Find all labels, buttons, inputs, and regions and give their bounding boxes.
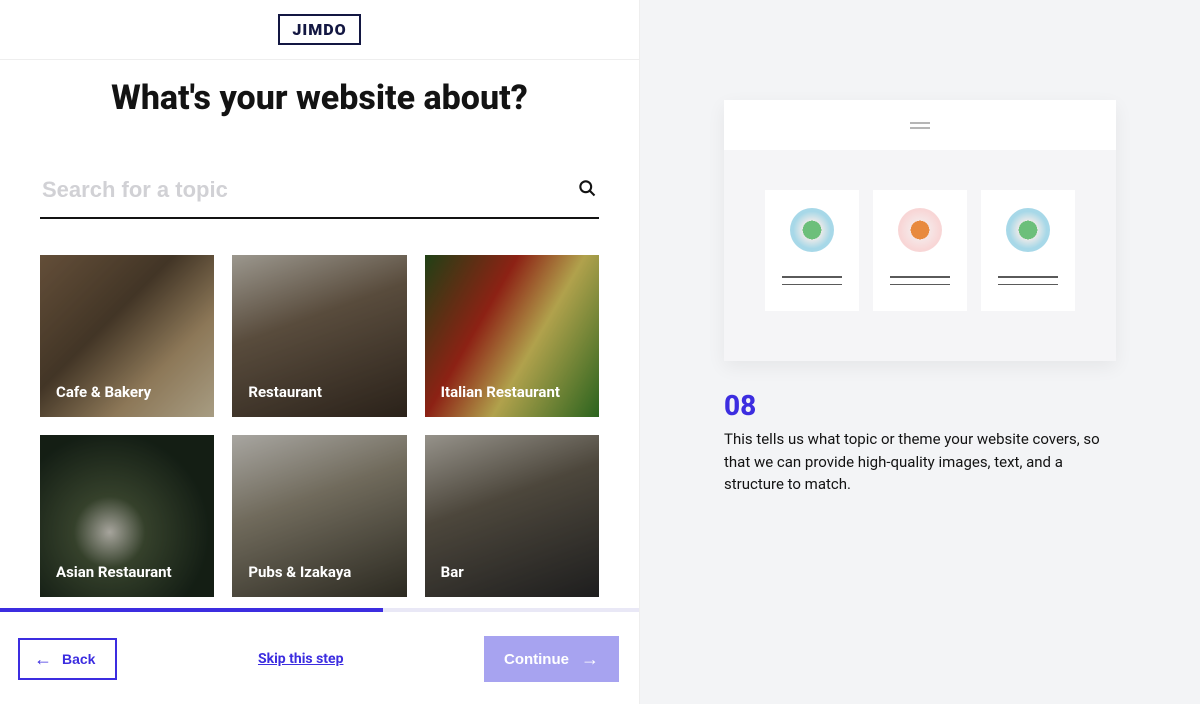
- tile-label: Restaurant: [248, 383, 322, 401]
- back-label: Back: [62, 651, 95, 667]
- arrow-right-icon: →: [581, 650, 599, 668]
- brand-logo: JIMDO: [278, 14, 360, 45]
- step-number: 08: [724, 389, 1116, 422]
- preview-circle-image: [1006, 208, 1050, 252]
- back-button[interactable]: ← Back: [18, 638, 117, 680]
- preview-text-line: [890, 276, 950, 278]
- continue-label: Continue: [504, 651, 569, 668]
- preview-circle-image: [898, 208, 942, 252]
- search-field[interactable]: [40, 167, 599, 219]
- tile-label: Pubs & Izakaya: [248, 563, 351, 581]
- preview-text-line: [998, 276, 1058, 278]
- preview-item: [765, 190, 859, 311]
- topic-tile-pubs-izakaya[interactable]: Pubs & Izakaya: [232, 435, 406, 597]
- info-panel: 08 This tells us what topic or theme you…: [640, 0, 1200, 704]
- arrow-left-icon: ←: [34, 650, 52, 668]
- tile-label: Italian Restaurant: [441, 383, 560, 401]
- page-title: What's your website about?: [40, 80, 599, 117]
- topic-tile-restaurant[interactable]: Restaurant: [232, 255, 406, 417]
- preview-text-line: [782, 276, 842, 278]
- tile-label: Bar: [441, 563, 464, 581]
- topic-tile-italian-restaurant[interactable]: Italian Restaurant: [425, 255, 599, 417]
- preview-body: [724, 150, 1116, 361]
- topic-tile-bar[interactable]: Bar: [425, 435, 599, 597]
- preview-header: [724, 100, 1116, 150]
- skip-link[interactable]: Skip this step: [258, 651, 343, 667]
- preview-card: [724, 100, 1116, 361]
- preview-text-line: [890, 284, 950, 286]
- tile-label: Cafe & Bakery: [56, 383, 151, 401]
- menu-icon: [910, 122, 930, 129]
- search-icon[interactable]: [577, 178, 597, 202]
- preview-circle-image: [790, 208, 834, 252]
- preview-text-line: [782, 284, 842, 286]
- preview-text-line: [998, 284, 1058, 286]
- continue-button[interactable]: Continue →: [484, 636, 619, 682]
- topic-tile-asian-restaurant[interactable]: Asian Restaurant: [40, 435, 214, 597]
- topic-tile-cafe-bakery[interactable]: Cafe & Bakery: [40, 255, 214, 417]
- step-description: This tells us what topic or theme your w…: [724, 428, 1116, 496]
- preview-item: [873, 190, 967, 311]
- preview-item: [981, 190, 1075, 311]
- logo-bar: JIMDO: [0, 0, 639, 60]
- search-input[interactable]: [42, 177, 577, 203]
- tile-label: Asian Restaurant: [56, 563, 172, 581]
